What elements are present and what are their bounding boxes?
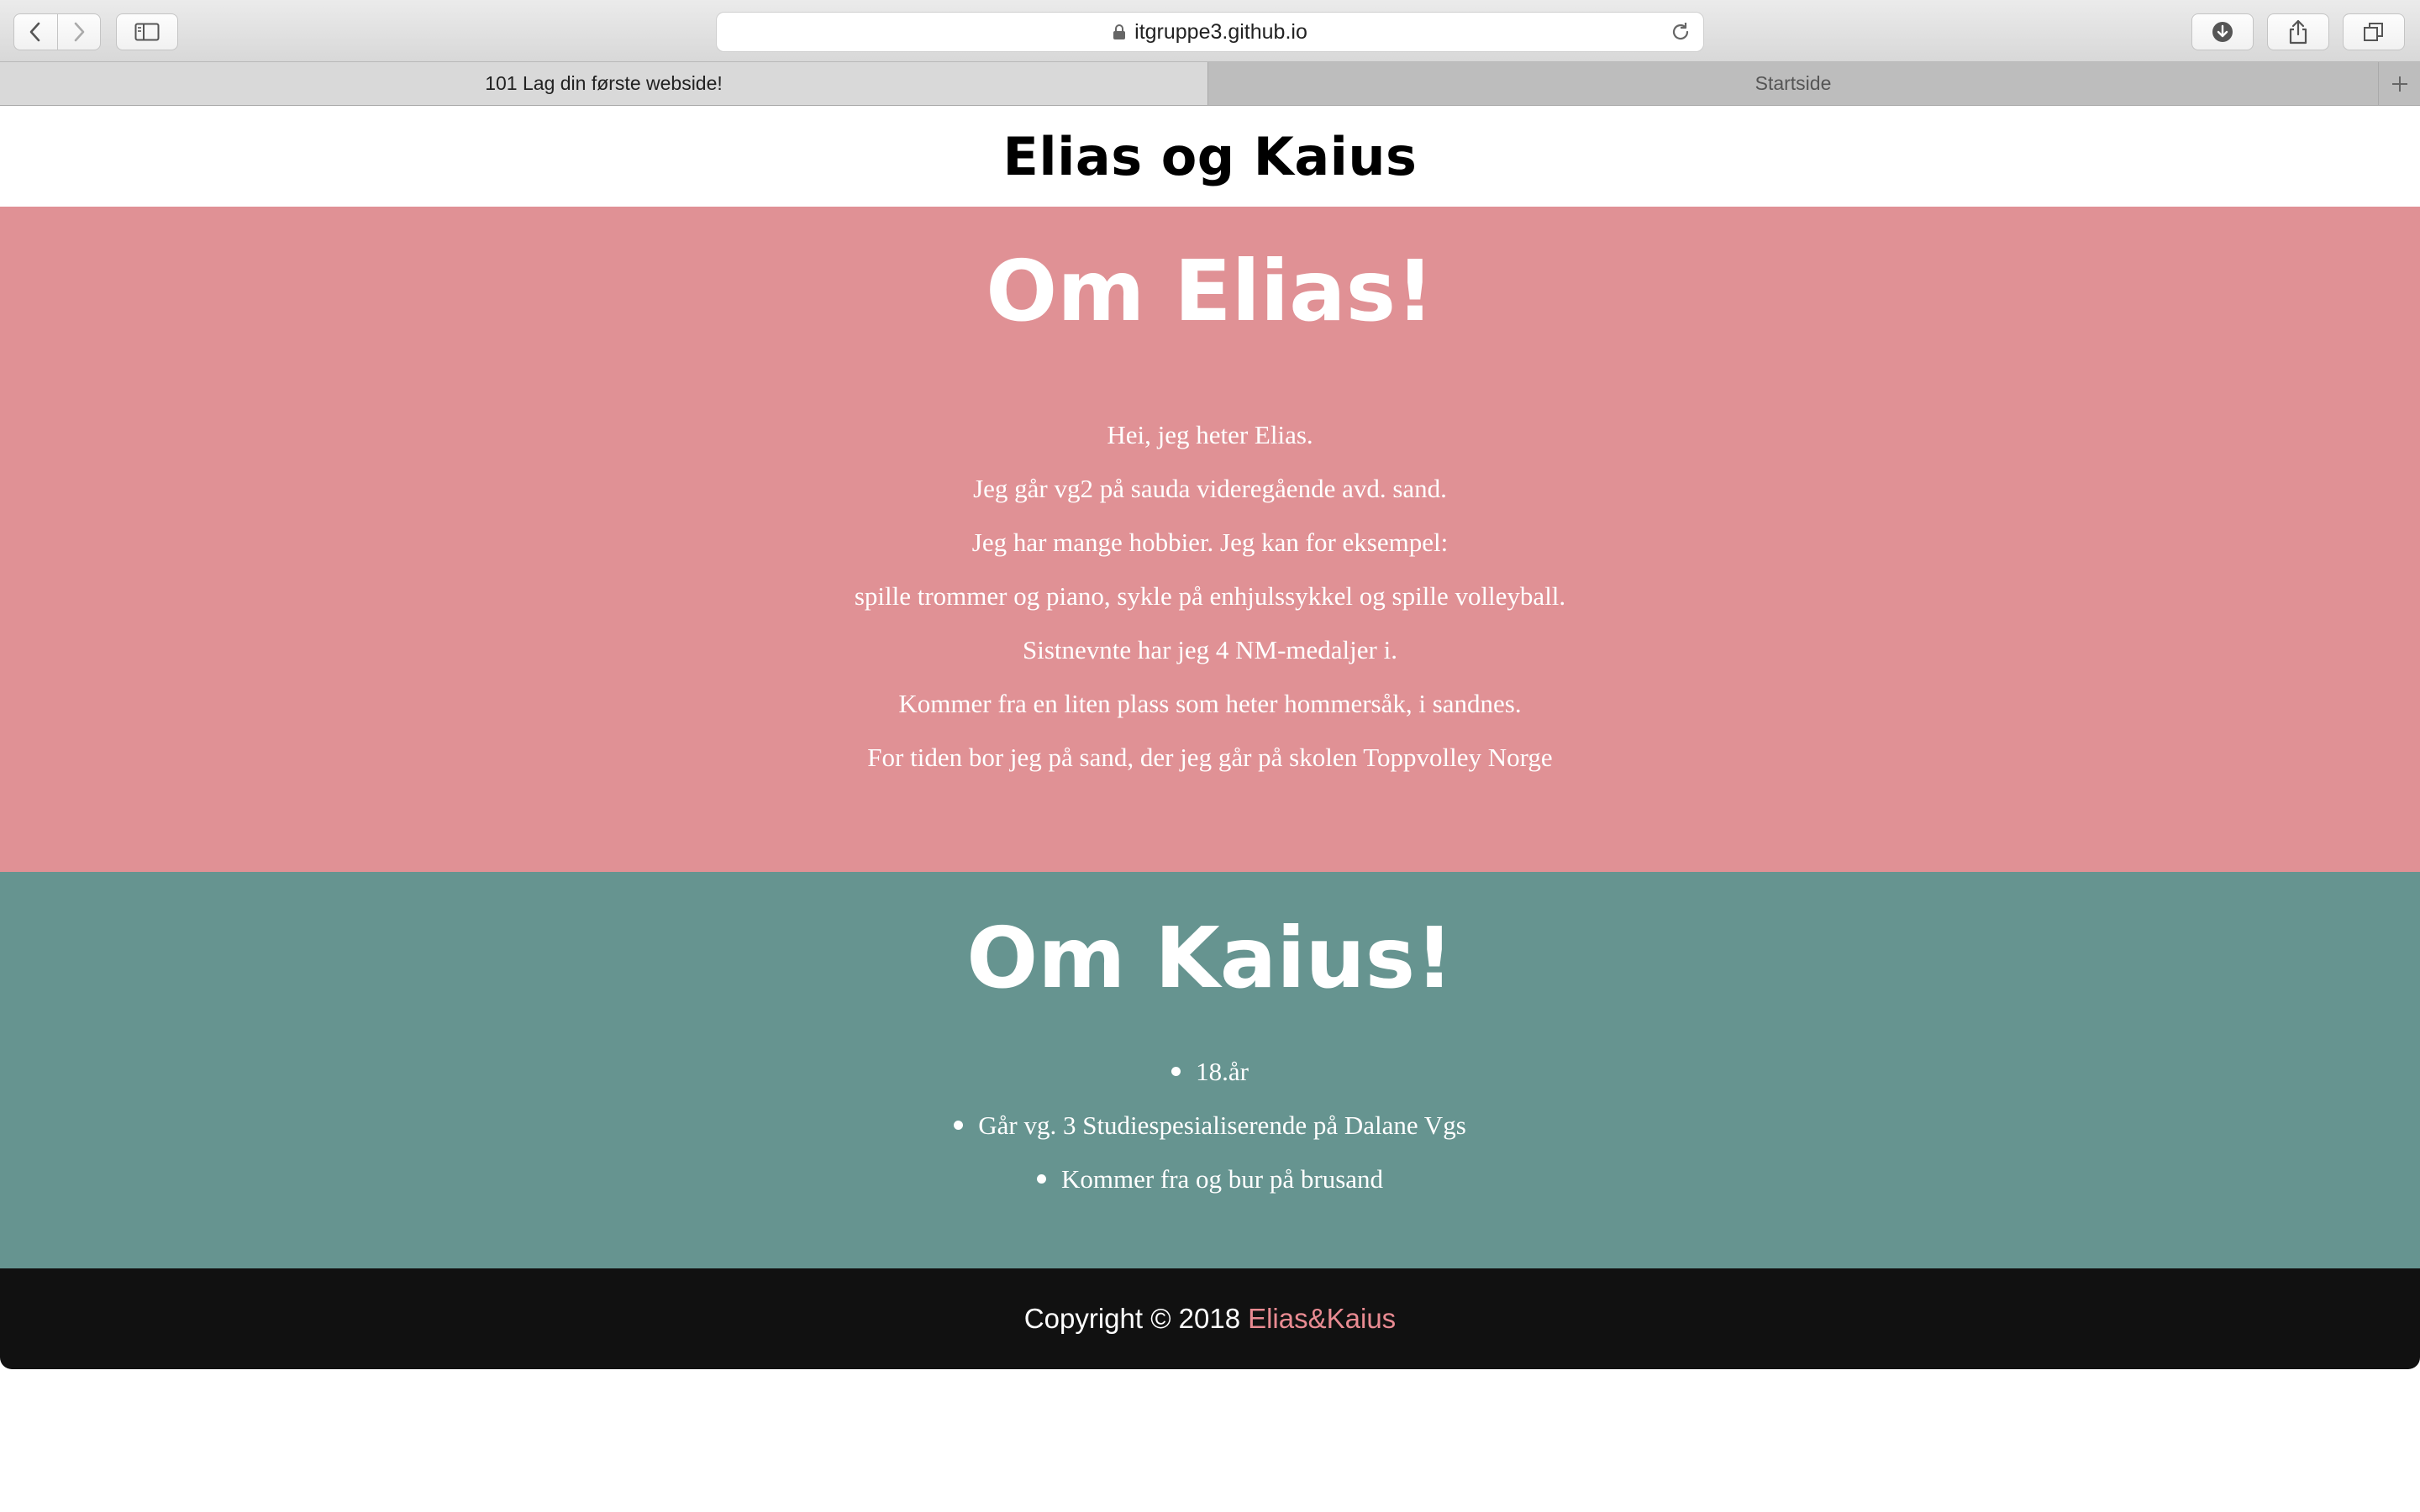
tab-active[interactable]: 101 Lag din første webside! bbox=[0, 62, 1208, 105]
list-item: Kommer fra og bur på brusand bbox=[0, 1152, 2420, 1206]
elias-paragraph: Hei, jeg heter Elias. bbox=[1107, 420, 1313, 449]
list-item-text: 18.år bbox=[1196, 1057, 1249, 1086]
footer-link[interactable]: Elias&Kaius bbox=[1248, 1303, 1396, 1335]
forward-button[interactable] bbox=[56, 14, 101, 50]
elias-paragraph: spille trommer og piano, sykle på enhjul… bbox=[854, 581, 1566, 611]
download-icon bbox=[2212, 22, 2233, 42]
tab-label: Startside bbox=[1754, 72, 1832, 94]
new-tab-icon bbox=[2391, 76, 2407, 92]
back-button[interactable] bbox=[14, 14, 57, 50]
elias-text: Hei, jeg heter Elias. Jeg går vg2 på sau… bbox=[0, 408, 2420, 785]
browser-toolbar: itgruppe3.github.io bbox=[0, 0, 2420, 62]
section-elias: Om Elias! Hei, jeg heter Elias. Jeg går … bbox=[0, 207, 2420, 872]
kaius-list: 18.år Går vg. 3 Studiespesialiserende på… bbox=[0, 1045, 2420, 1206]
nav-button-group bbox=[13, 13, 101, 50]
sidebar-button[interactable] bbox=[116, 13, 178, 50]
tabs-overview-icon bbox=[2364, 23, 2383, 41]
elias-paragraph: For tiden bor jeg på sand, der jeg går p… bbox=[867, 743, 1553, 772]
elias-heading: Om Elias! bbox=[986, 242, 1434, 340]
section-kaius: Om Kaius! 18.år Går vg. 3 Studiespesiali… bbox=[0, 872, 2420, 1268]
list-item: Går vg. 3 Studiespesialiserende på Dalan… bbox=[0, 1099, 2420, 1152]
bullet-icon bbox=[1171, 1067, 1181, 1077]
elias-paragraph: Sistnevnte har jeg 4 NM-medaljer i. bbox=[1023, 635, 1397, 664]
bullet-icon bbox=[954, 1121, 964, 1131]
download-button[interactable] bbox=[2191, 13, 2254, 50]
share-button[interactable] bbox=[2267, 13, 2329, 50]
kaius-heading: Om Kaius! bbox=[966, 909, 1454, 1007]
elias-paragraph: Kommer fra en liten plass som heter homm… bbox=[898, 689, 1522, 718]
new-tab-button[interactable] bbox=[2378, 62, 2420, 105]
page-footer: Copyright © 2018 Elias&Kaius bbox=[0, 1268, 2420, 1369]
reload-icon[interactable] bbox=[1670, 21, 1691, 46]
tab-bar: 101 Lag din første webside! Startside bbox=[0, 62, 2420, 106]
page-header: Elias og Kaius bbox=[0, 106, 2420, 207]
forward-icon bbox=[74, 22, 85, 42]
page-title: Elias og Kaius bbox=[1002, 125, 1418, 187]
lock-icon bbox=[1113, 24, 1126, 40]
tab-startside[interactable]: Startside bbox=[1208, 62, 2378, 105]
sidebar-icon bbox=[134, 23, 160, 41]
list-item-text: Kommer fra og bur på brusand bbox=[1060, 1164, 1384, 1194]
elias-paragraph: Jeg går vg2 på sauda videregående avd. s… bbox=[973, 474, 1447, 503]
list-item-text: Går vg. 3 Studiespesialiserende på Dalan… bbox=[978, 1110, 1466, 1140]
bullet-icon bbox=[1036, 1174, 1046, 1184]
list-item: 18.år bbox=[0, 1045, 2420, 1099]
back-icon bbox=[29, 22, 40, 42]
share-icon bbox=[2289, 19, 2307, 45]
address-bar[interactable]: itgruppe3.github.io bbox=[716, 12, 1704, 52]
tabs-overview-button[interactable] bbox=[2343, 13, 2405, 50]
tab-label: 101 Lag din første webside! bbox=[485, 72, 723, 94]
address-url: itgruppe3.github.io bbox=[1134, 19, 1307, 44]
copyright-text: Copyright © 2018 bbox=[1023, 1303, 1241, 1334]
elias-paragraph: Jeg har mange hobbier. Jeg kan for eksem… bbox=[971, 528, 1449, 557]
